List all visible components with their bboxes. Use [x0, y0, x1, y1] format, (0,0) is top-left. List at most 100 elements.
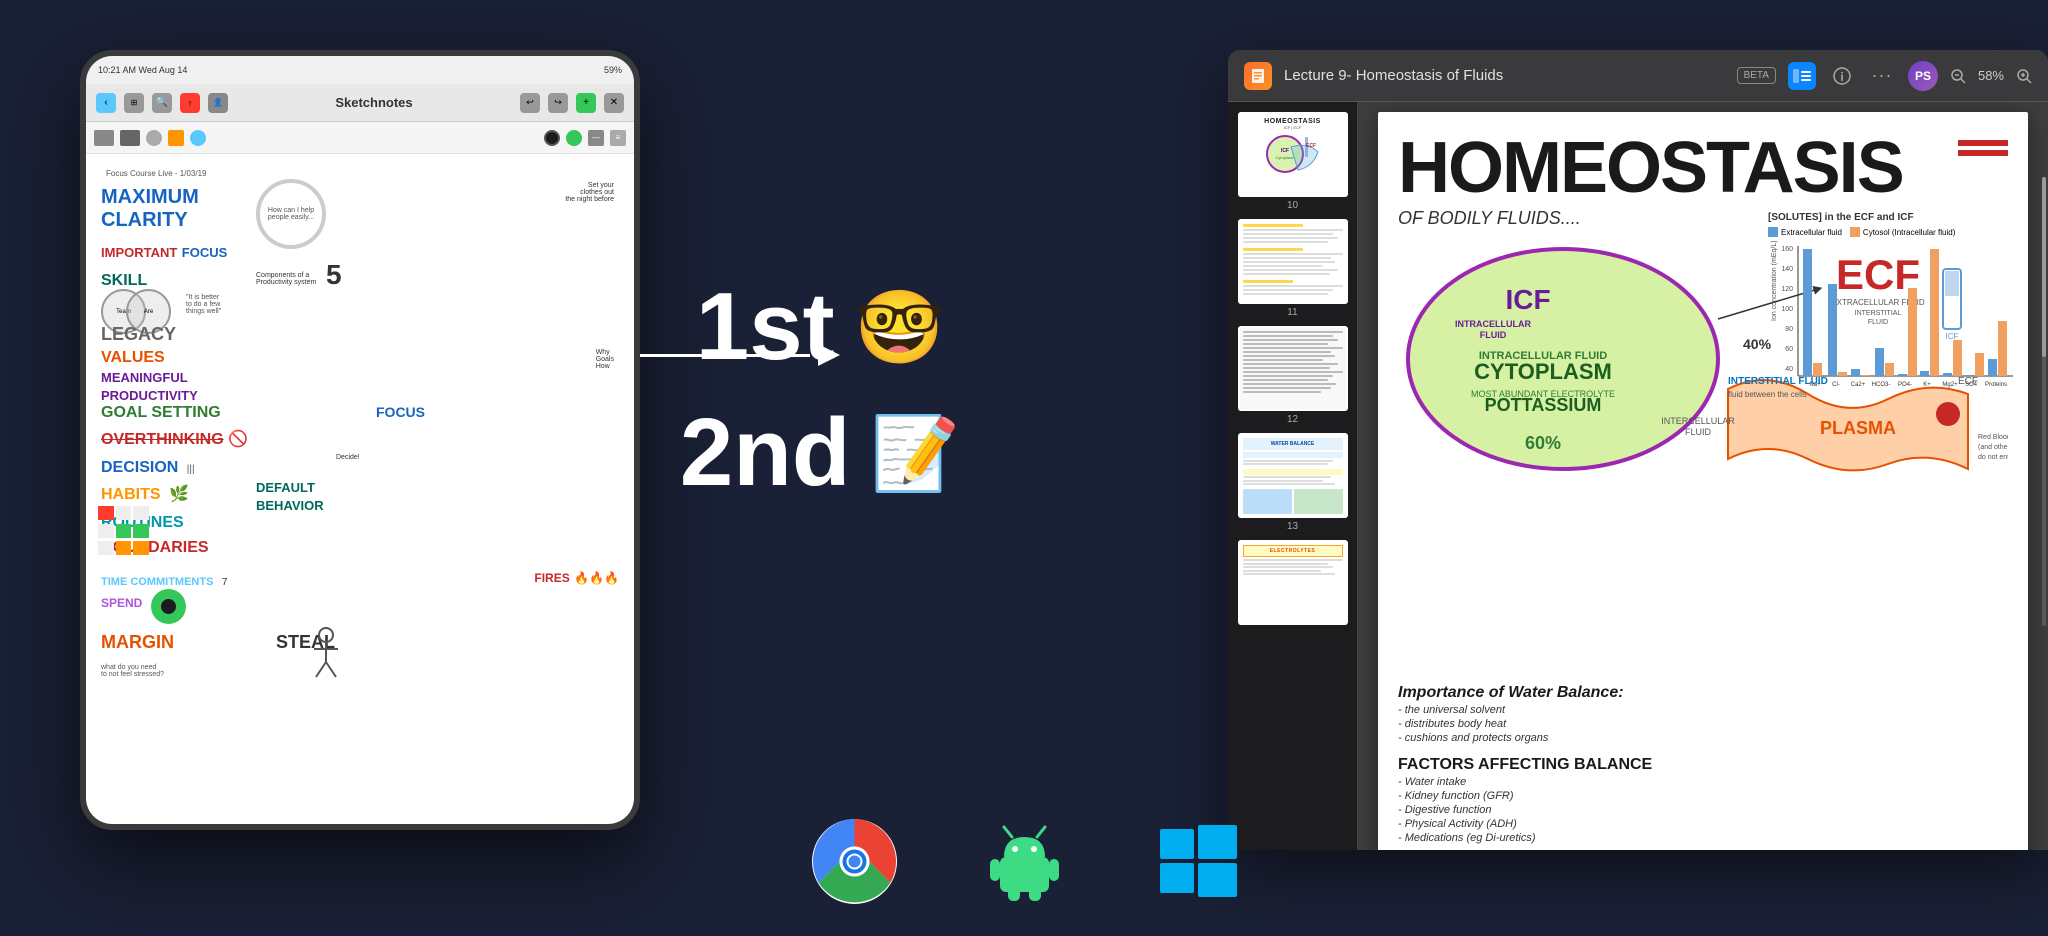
tablet-redo-button[interactable]: ↪	[548, 93, 568, 113]
svg-text:ICF: ICF	[1280, 148, 1288, 154]
tablet-user-button[interactable]: 👤	[208, 93, 228, 113]
pdf-page-homeostasis: HOMEOSTASIS OF BODILY FLUIDS....	[1378, 112, 2028, 850]
tablet-device: 10:21 AM Wed Aug 14 59% ‹ ⊞ 🔍 ↑ 👤 Sketch…	[80, 50, 640, 830]
thumb-img-13[interactable]: WATER BALANCE	[1238, 433, 1348, 518]
rank-2-item: 2nd 📝	[680, 405, 960, 501]
thumb-14-header: ELECTROLYTES	[1243, 545, 1343, 557]
svg-text:40: 40	[1785, 366, 1793, 373]
svg-text:CYTOPLASM: CYTOPLASM	[1474, 359, 1612, 384]
center-comparison-section: 1st 🤓 2nd 📝	[600, 200, 1040, 580]
beta-badge: BETA	[1737, 67, 1776, 84]
thumbnail-14[interactable]: ELECTROLYTES	[1236, 540, 1349, 625]
thumb-10-title: HOMEOSTASIS	[1264, 118, 1321, 125]
svg-text:Mg2+: Mg2+	[1942, 382, 1958, 388]
svg-text:FLUID: FLUID	[1480, 330, 1507, 340]
user-avatar[interactable]: PS	[1908, 61, 1938, 91]
thumb-13-header: WATER BALANCE	[1243, 438, 1343, 450]
chart-title: [SOLUTES] in the ECF and ICF	[1768, 212, 2018, 223]
tablet-content-area: Focus Course Live - 1/03/19 MAXIMUM CLAR…	[86, 154, 634, 824]
pdf-viewer: Lecture 9- Homeostasis of Fluids BETA i …	[1228, 50, 2048, 850]
windows-icon-container	[1149, 816, 1239, 906]
svg-text:140: 140	[1781, 266, 1793, 273]
thumb-img-10[interactable]: HOMEOSTASIS ICF | ECF ICF Cytoplasm ECF	[1238, 112, 1348, 197]
chrome-icon	[812, 819, 897, 904]
tool-icon-5[interactable]	[190, 130, 206, 146]
svg-text:SO4: SO4	[1965, 382, 1978, 388]
tablet-grid-button[interactable]: ⊞	[124, 93, 144, 113]
title-red-stripes	[1958, 140, 2008, 160]
thumbnail-10[interactable]: HOMEOSTASIS ICF | ECF ICF Cytoplasm ECF	[1236, 112, 1349, 211]
zoom-in-button[interactable]	[2016, 68, 2032, 84]
opacity-control[interactable]: ≡	[610, 130, 626, 146]
importance-item-3: - cushions and protects organs	[1398, 732, 2008, 744]
size-control[interactable]: —	[588, 130, 604, 146]
svg-text:160: 160	[1781, 246, 1793, 253]
sketch-target	[151, 589, 186, 624]
sketch-habits: HABITS 🌿	[101, 484, 189, 504]
tool-icon-4[interactable]	[168, 130, 184, 146]
tablet-share-button[interactable]: ↑	[180, 93, 200, 113]
tablet-status-bar: 10:21 AM Wed Aug 14 59%	[86, 56, 634, 84]
tablet-back-button[interactable]: ‹	[96, 93, 116, 113]
thumb-11-lines	[1243, 224, 1343, 295]
factor-item-3: - Digestive function	[1398, 804, 2008, 816]
thumb-img-12[interactable]	[1238, 326, 1348, 411]
sketch-overthinking: OVERTHINKING 🚫	[101, 429, 248, 449]
sketchnote-canvas[interactable]: Focus Course Live - 1/03/19 MAXIMUM CLAR…	[96, 164, 624, 814]
sidebar-toggle-button[interactable]	[1788, 62, 1816, 90]
zoom-out-button[interactable]	[1950, 68, 1966, 84]
color-green[interactable]	[566, 130, 582, 146]
tablet-frame: 10:21 AM Wed Aug 14 59% ‹ ⊞ 🔍 ↑ 👤 Sketch…	[80, 50, 640, 830]
chart-legend: Extracellular fluid Cytosol (Intracellul…	[1768, 227, 2018, 237]
svg-text:INTERCELLULAR: INTERCELLULAR	[1661, 416, 1735, 426]
svg-text:PO4-: PO4-	[1898, 382, 1912, 388]
sketch-decide: Decide!	[336, 454, 360, 461]
tool-icon-3[interactable]	[146, 130, 162, 146]
zoom-level: 58%	[1978, 68, 2004, 83]
pdf-main-content[interactable]: HOMEOSTASIS OF BODILY FLUIDS....	[1358, 102, 2048, 850]
thumb-img-14[interactable]: ELECTROLYTES	[1238, 540, 1348, 625]
tool-icon-1[interactable]	[94, 130, 114, 146]
svg-text:Na+: Na+	[1809, 382, 1821, 388]
pdf-scrollbar-thumb[interactable]	[2042, 177, 2046, 357]
sketch-time-commitments: TIME COMMITMENTS 7	[101, 572, 227, 590]
svg-text:ECF: ECF	[1306, 143, 1316, 149]
factor-item-2: - Kidney function (GFR)	[1398, 790, 2008, 802]
pdf-document-title: Lecture 9- Homeostasis of Fluids	[1284, 67, 1725, 84]
factors-title: FACTORS AFFECTING BALANCE	[1398, 756, 2008, 774]
svg-text:Red Blood Cells: Red Blood Cells	[1978, 434, 2008, 441]
svg-text:PLASMA: PLASMA	[1820, 418, 1896, 438]
tablet-more-button[interactable]: ✕	[604, 93, 624, 113]
svg-text:Cl-: Cl-	[1832, 382, 1840, 388]
svg-text:Ca2+: Ca2+	[1851, 382, 1866, 388]
tablet-search-button[interactable]: 🔍	[152, 93, 172, 113]
more-options-button[interactable]: ···	[1868, 62, 1896, 90]
thumb-13-content	[1243, 452, 1343, 514]
svg-text:120: 120	[1781, 286, 1793, 293]
thumb-10-number: 10	[1287, 200, 1298, 211]
sketch-max-clarity: MAXIMUM CLARITY	[101, 186, 199, 232]
svg-text:do not enter the interstitium.: do not enter the interstitium.	[1978, 454, 2008, 461]
arrow-head	[818, 344, 840, 366]
thumb-img-11[interactable]	[1238, 219, 1348, 304]
svg-text:60%: 60%	[1525, 433, 1561, 453]
sketch-meaningful: MEANINGFUL PRODUCTIVITY	[101, 369, 198, 405]
importance-title: Importance of Water Balance:	[1398, 684, 2008, 702]
sketch-figure	[296, 624, 356, 684]
tablet-add-button[interactable]: +	[576, 93, 596, 113]
pdf-scrollbar[interactable]	[2042, 177, 2046, 626]
thumbnail-13[interactable]: WATER BALANCE	[1236, 433, 1349, 532]
tool-icon-2[interactable]	[120, 130, 140, 146]
thumbnail-11[interactable]: 11	[1236, 219, 1349, 318]
tablet-toolbar: ‹ ⊞ 🔍 ↑ 👤 Sketchnotes ↩ ↪ + ✕	[86, 84, 634, 122]
factor-item-1: - Water intake	[1398, 776, 2008, 788]
sketch-decision: DECISION |||	[101, 459, 195, 477]
tablet-undo-button[interactable]: ↩	[520, 93, 540, 113]
magnify-circle: How can I helppeople easily...	[256, 179, 326, 249]
thumb-11-number: 11	[1287, 307, 1297, 318]
info-button[interactable]: i	[1828, 62, 1856, 90]
color-black[interactable]	[544, 130, 560, 146]
rank-2-text: 2nd	[680, 405, 851, 501]
thumbnail-12[interactable]: 12	[1236, 326, 1349, 425]
pdf-titlebar: Lecture 9- Homeostasis of Fluids BETA i …	[1228, 50, 2048, 102]
